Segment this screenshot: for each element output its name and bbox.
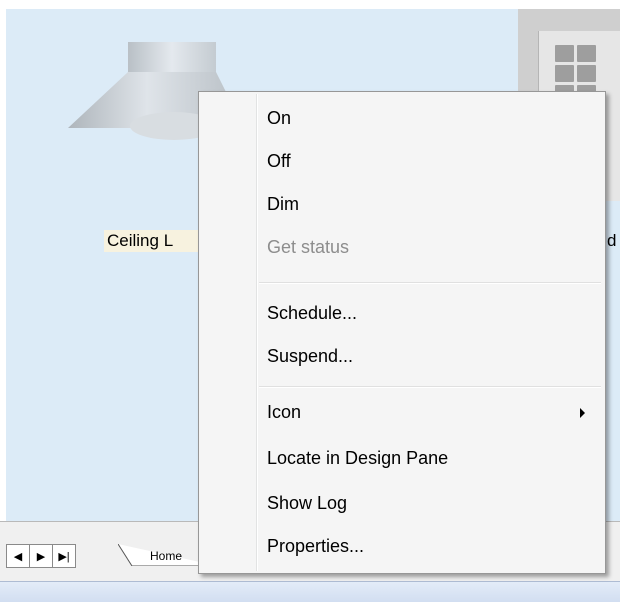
menu-item-show-log[interactable]: Show Log [259,485,601,521]
tab-home-label: Home [150,549,183,563]
menu-item-properties[interactable]: Properties... [259,528,601,564]
menu-item-locate-in-design-pane[interactable]: Locate in Design Pane [259,440,601,476]
menu-separator [259,386,601,388]
wall-switch-label: d [607,231,617,250]
menu-item-get-status: Get status [267,237,350,257]
menu-item-off[interactable]: Off [259,143,601,179]
status-bar [0,581,620,602]
context-menu: On Off Dim Get status Schedule... Suspen… [198,91,606,574]
menu-item-icon[interactable]: Icon [259,394,601,430]
menu-item-dim[interactable]: Dim [259,186,601,222]
prev-arrow-icon[interactable]: ◀ [7,545,30,567]
menu-gutter [256,94,258,571]
next-arrow-icon[interactable]: ▶ [30,545,53,567]
menu-item-schedule[interactable]: Schedule... [259,295,601,331]
menu-item-icon-label: Icon [267,402,302,422]
menu-item-suspend[interactable]: Suspend... [259,338,601,374]
tab-navigation: ◀ ▶ ▶| [6,544,76,568]
menu-item-on[interactable]: On [259,100,601,136]
submenu-arrow-icon [580,408,585,418]
ceiling-light-label: Ceiling L [104,230,202,252]
menu-separator [259,282,601,284]
last-arrow-icon[interactable]: ▶| [53,545,75,567]
